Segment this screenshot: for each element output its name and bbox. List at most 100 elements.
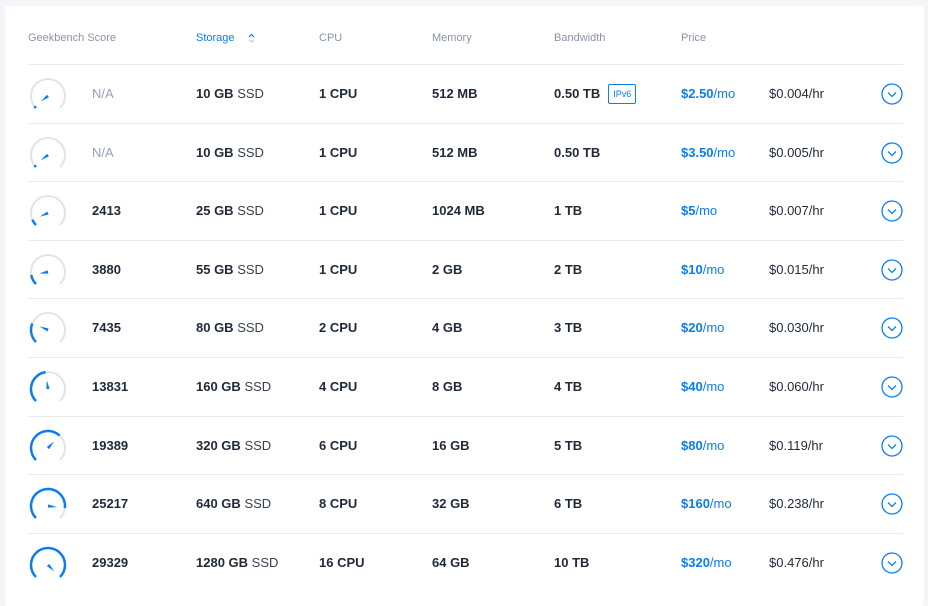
price-amount: $40 xyxy=(681,379,703,394)
bandwidth-value: 2 TB xyxy=(554,261,583,277)
table-row[interactable]: N/A 10 GB SSD 1 CPU 512 MB 0.50 TB $3.50… xyxy=(28,122,903,182)
header-price[interactable]: Price xyxy=(681,32,706,44)
header-cpu[interactable]: CPU xyxy=(319,32,342,44)
geekbench-score: 13831 xyxy=(92,379,129,394)
table-row[interactable]: 3880 55 GB SSD 1 CPU 2 GB 2 TB $10/mo $0… xyxy=(28,239,903,299)
price-unit: /mo xyxy=(702,437,725,453)
bandwidth-value: 5 TB xyxy=(554,437,583,453)
table-header: Geekbench Score Storage CPU Memory Bandw… xyxy=(5,6,924,64)
storage-cell: 640 GB SSD xyxy=(196,475,271,533)
gauge-needle xyxy=(46,563,55,572)
price-amount: $2.50 xyxy=(681,86,714,101)
gauge-needle xyxy=(46,441,55,449)
header-bandwidth[interactable]: Bandwidth xyxy=(554,32,605,44)
storage-value: 1280 GB xyxy=(196,554,249,570)
performance-gauge-icon xyxy=(29,487,67,520)
storage-cell: 25 GB SSD xyxy=(196,182,264,240)
header-geekbench[interactable]: Geekbench Score xyxy=(28,32,116,44)
header-storage-label: Storage xyxy=(196,32,235,44)
hourly-price: $0.238/hr xyxy=(769,496,824,512)
geekbench-score: N/A xyxy=(92,144,114,160)
gauge-needle xyxy=(47,504,57,508)
header-memory[interactable]: Memory xyxy=(432,32,472,44)
cpu-value: 1 CPU xyxy=(319,261,358,277)
gauge-fill xyxy=(29,429,61,461)
expand-chevron-icon[interactable] xyxy=(881,83,903,105)
expand-chevron-icon[interactable] xyxy=(881,552,903,574)
price-amount: $3.50 xyxy=(681,144,714,160)
storage-cell: 10 GB SSD xyxy=(196,124,264,182)
expand-chevron-icon[interactable] xyxy=(881,200,903,222)
bandwidth-cell: 0.50 TB IPv6 xyxy=(554,65,637,123)
cpu-value: 4 CPU xyxy=(319,379,358,394)
expand-chevron-icon[interactable] xyxy=(881,141,903,164)
table-row[interactable]: 13831 160 GB SSD 4 CPU 8 GB 4 TB $40/mo … xyxy=(28,357,903,416)
storage-value: 55 GB xyxy=(196,261,234,277)
monthly-price: $320/mo xyxy=(681,534,732,592)
storage-type: SSD xyxy=(244,496,272,512)
geekbench-score: 25217 xyxy=(92,496,129,512)
geekbench-score: 19389 xyxy=(92,437,129,453)
price-unit: /mo xyxy=(709,496,732,512)
hourly-price: $0.476/hr xyxy=(769,554,824,570)
bandwidth-value: 1 TB xyxy=(554,203,583,219)
price-amount: $5 xyxy=(681,203,696,219)
performance-gauge-icon xyxy=(30,78,66,109)
performance-gauge-icon xyxy=(30,253,66,285)
bandwidth-cell: 10 TB xyxy=(554,534,589,592)
gauge-fill xyxy=(29,487,67,520)
storage-cell: 10 GB SSD xyxy=(196,65,264,123)
hourly-price: $0.030/hr xyxy=(769,320,824,336)
expand-chevron-icon[interactable] xyxy=(881,259,903,281)
price-unit: /mo xyxy=(702,320,725,336)
price-unit: /mo xyxy=(702,379,725,394)
table-row[interactable]: N/A 10 GB SSD 1 CPU 512 MB 0.50 TB IPv6 $… xyxy=(28,64,903,123)
table-row[interactable]: 29329 1280 GB SSD 16 CPU 64 GB 10 TB $32… xyxy=(28,532,903,592)
header-storage[interactable]: Storage xyxy=(196,32,255,44)
storage-value: 80 GB xyxy=(196,320,234,336)
hourly-price: $0.060/hr xyxy=(769,379,824,394)
gauge-track xyxy=(30,312,66,344)
price-amount: $80 xyxy=(681,437,703,453)
expand-chevron-icon[interactable] xyxy=(881,317,903,340)
bandwidth-value: 0.50 TB xyxy=(554,86,601,101)
gauge-needle xyxy=(40,153,49,160)
expand-chevron-icon[interactable] xyxy=(881,493,903,515)
storage-type: SSD xyxy=(237,203,264,219)
cpu-value: 2 CPU xyxy=(319,320,358,336)
table-row[interactable]: 19389 320 GB SSD 6 CPU 16 GB 5 TB $80/mo… xyxy=(28,415,903,475)
hourly-price: $0.119/hr xyxy=(769,437,823,453)
bandwidth-value: 4 TB xyxy=(554,379,583,394)
storage-type: SSD xyxy=(237,261,264,277)
cpu-value: 1 CPU xyxy=(319,144,358,160)
price-amount: $160 xyxy=(681,496,710,512)
storage-type: SSD xyxy=(244,379,272,394)
sort-icon xyxy=(248,33,255,43)
gauge-track xyxy=(30,78,66,109)
performance-gauge-icon xyxy=(29,312,66,344)
cpu-value: 1 CPU xyxy=(319,86,358,101)
gauge-fill xyxy=(29,323,37,344)
bandwidth-value: 3 TB xyxy=(554,320,583,336)
gauge-track xyxy=(30,195,66,226)
table-row[interactable]: 7435 80 GB SSD 2 CPU 4 GB 3 TB $20/mo $0… xyxy=(28,298,903,357)
monthly-price: $80/mo xyxy=(681,417,724,475)
hourly-price: $0.015/hr xyxy=(769,261,824,277)
cpu-value: 1 CPU xyxy=(319,203,358,219)
memory-value: 2 GB xyxy=(432,261,463,277)
monthly-price: $5/mo xyxy=(681,182,717,240)
expand-chevron-icon[interactable] xyxy=(881,434,903,457)
memory-value: 1024 MB xyxy=(432,203,485,219)
gauge-fill xyxy=(31,219,37,227)
storage-cell: 160 GB SSD xyxy=(196,358,271,416)
monthly-price: $3.50/mo xyxy=(681,124,735,182)
price-unit: /mo xyxy=(695,203,718,219)
bandwidth-value: 0.50 TB xyxy=(554,144,601,160)
table-row[interactable]: 2413 25 GB SSD 1 CPU 1024 MB 1 TB $5/mo … xyxy=(28,181,903,240)
monthly-price: $20/mo xyxy=(681,299,724,357)
geekbench-score: N/A xyxy=(92,86,114,101)
table-row[interactable]: 25217 640 GB SSD 8 CPU 32 GB 6 TB $160/m… xyxy=(28,474,903,533)
storage-value: 320 GB xyxy=(196,437,241,453)
expand-chevron-icon[interactable] xyxy=(881,376,903,398)
performance-gauge-icon xyxy=(29,546,67,578)
